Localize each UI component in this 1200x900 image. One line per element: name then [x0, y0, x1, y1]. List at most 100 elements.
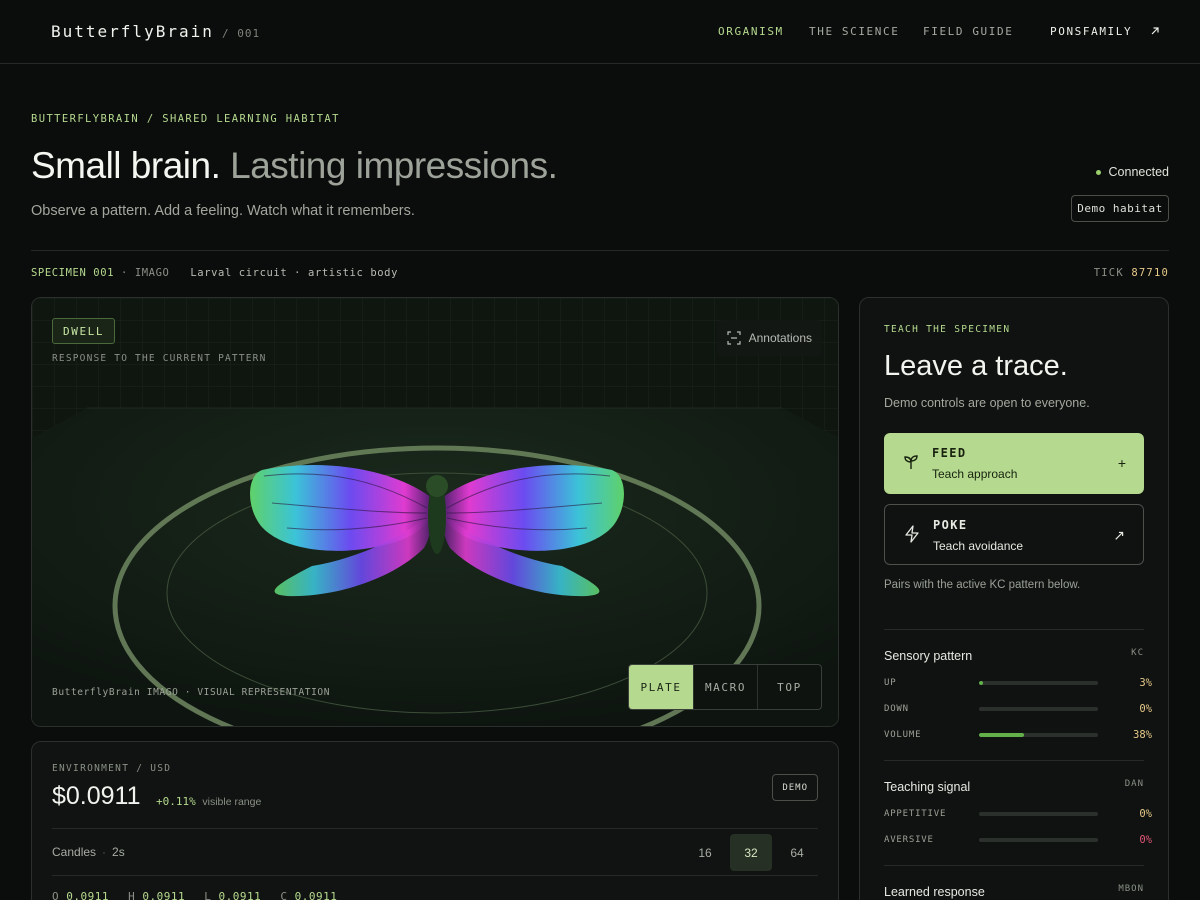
teach-panel: TEACH THE SPECIMEN Leave a trace. Demo c… [859, 297, 1169, 900]
poke-desc: Teach avoidance [933, 539, 1024, 553]
ohlc-high-value: 0.0911 [142, 890, 186, 900]
tick-label: TICK [1093, 267, 1124, 279]
sensory-row-value: 0% [1139, 703, 1152, 715]
ohlc-low-key: L [204, 890, 212, 900]
arrow-up-right-icon [1152, 27, 1160, 35]
environment-panel: ENVIRONMENT / USD $0.0911 +0.11% visible… [31, 741, 839, 900]
candles-interval: 2s [112, 845, 125, 859]
specimen-stage: IMAGO [134, 267, 170, 279]
divider [52, 828, 818, 829]
sensory-row-up: UP 3% [884, 676, 1152, 690]
demo-habitat-button[interactable]: Demo habitat [1071, 195, 1169, 222]
headline-primary: Small brain. [31, 145, 221, 186]
divider [884, 865, 1144, 866]
nav-link-organism[interactable]: ORGANISM [718, 25, 784, 38]
top-nav: ButterflyBrain / 001 ORGANISM THE SCIENC… [0, 0, 1200, 64]
signal-row-appetitive: APPETITIVE 0% [884, 807, 1152, 821]
divider [884, 629, 1144, 630]
signal-row-label: APPETITIVE [884, 809, 947, 819]
tick-value: 87710 [1131, 267, 1169, 279]
brand-number: / 001 [222, 27, 261, 40]
headline-secondary: Lasting impressions. [230, 145, 558, 186]
brand-logo[interactable]: ButterflyBrain [51, 22, 214, 41]
signal-row-value: 0% [1139, 808, 1152, 820]
candle-count-selector[interactable]: 16 32 64 [684, 834, 818, 871]
page-title: Small brain. Lasting impressions. [31, 145, 558, 187]
teach-label: TEACH THE SPECIMEN [884, 324, 1011, 335]
level-bar-fill [979, 733, 1025, 737]
sensory-row-label: VOLUME [884, 730, 922, 740]
sensory-tag: KC [1131, 648, 1144, 658]
scan-frame-icon [727, 331, 741, 345]
state-badge: DWELL [52, 318, 116, 344]
status-dot-icon [1095, 169, 1101, 175]
visual-caption: ButterflyBrain IMAGO · VISUAL REPRESENTA… [52, 687, 331, 698]
specimen-row: SPECIMEN 001 · IMAGO Larval circuit · ar… [31, 267, 398, 279]
specimen-desc: Larval circuit · artistic body [190, 267, 399, 279]
candles-label: Candles [52, 845, 97, 859]
ohlc-readout: O 0.0911 H 0.0911 L 0.0911 C 0.0911 [52, 890, 349, 900]
arrow-up-right-icon: ↗ [1113, 527, 1125, 543]
candle-count-16[interactable]: 16 [684, 834, 726, 871]
view-top-button[interactable]: TOP [757, 665, 821, 709]
ohlc-high-key: H [128, 890, 136, 900]
ohlc-close-value: 0.0911 [294, 890, 338, 900]
view-macro-button[interactable]: MACRO [693, 665, 757, 709]
lightning-icon [905, 525, 919, 543]
teach-subtitle: Demo controls are open to everyone. [884, 396, 1090, 410]
view-mode-selector[interactable]: PLATE MACRO TOP [628, 664, 822, 710]
feed-button[interactable]: FEED Teach approach + [884, 433, 1144, 494]
signal-tag: DAN [1124, 779, 1144, 789]
feed-desc: Teach approach [932, 467, 1018, 481]
ohlc-open-key: O [52, 890, 60, 900]
breadcrumb: BUTTERFLYBRAIN / SHARED LEARNING HABITAT [31, 113, 340, 125]
sensory-row-value: 38% [1133, 729, 1152, 741]
level-bar [979, 707, 1098, 711]
view-plate-button[interactable]: PLATE [629, 665, 693, 709]
page-subtitle: Observe a pattern. Add a feeling. Watch … [31, 203, 415, 219]
signal-row-aversive: AVERSIVE 0% [884, 833, 1152, 847]
sensory-row-volume: VOLUME 38% [884, 728, 1152, 742]
plus-icon: + [1117, 455, 1126, 471]
candle-count-32[interactable]: 32 [730, 834, 772, 871]
level-bar [979, 733, 1098, 737]
signal-row-label: AVERSIVE [884, 835, 934, 845]
specimen-viewer[interactable]: DWELL RESPONSE TO THE CURRENT PATTERN An… [31, 297, 839, 727]
level-bar [979, 812, 1098, 816]
level-bar [979, 681, 1098, 685]
candles-setting: Candles · 2s [52, 845, 125, 859]
learned-tag: MBON [1118, 884, 1144, 894]
demo-tag: DEMO [772, 774, 818, 801]
environment-label: ENVIRONMENT / USD [52, 763, 172, 774]
feed-name: FEED [932, 446, 967, 460]
sensory-row-down: DOWN 0% [884, 702, 1152, 716]
poke-button[interactable]: POKE Teach avoidance ↗ [884, 504, 1144, 565]
divider [884, 760, 1144, 761]
price-change: +0.11% visible range [156, 795, 261, 808]
candle-count-64[interactable]: 64 [776, 834, 818, 871]
nav-link-ponsfamily[interactable]: PONSFAMILY [1050, 25, 1160, 38]
pairs-note: Pairs with the active KC pattern below. [884, 579, 1081, 591]
specimen-sep: · [120, 267, 135, 279]
signal-row-value: 0% [1139, 834, 1152, 846]
level-bar [979, 838, 1098, 842]
ohlc-open-value: 0.0911 [66, 890, 109, 900]
price-change-value: +0.11% [156, 795, 196, 808]
connection-status: Connected [1095, 165, 1169, 179]
sensory-title: Sensory pattern [884, 649, 973, 663]
annotations-toggle[interactable]: Annotations [716, 320, 822, 356]
price-change-suffix: visible range [202, 796, 262, 808]
specimen-id: SPECIMEN 001 [31, 267, 115, 279]
nav-link-ponsfamily-label: PONSFAMILY [1050, 25, 1133, 38]
sensory-row-label: DOWN [884, 704, 909, 714]
nav-link-the-science[interactable]: THE SCIENCE [809, 25, 899, 38]
annotations-label: Annotations [748, 331, 812, 345]
signal-title: Teaching signal [884, 780, 971, 794]
tick-counter: TICK 87710 [1094, 267, 1169, 279]
sprout-icon [904, 455, 918, 469]
environment-price: $0.0911 [52, 782, 141, 810]
poke-name: POKE [933, 518, 968, 532]
divider [52, 875, 818, 876]
nav-link-field-guide[interactable]: FIELD GUIDE [923, 25, 1013, 38]
candles-sep: · [102, 845, 107, 859]
